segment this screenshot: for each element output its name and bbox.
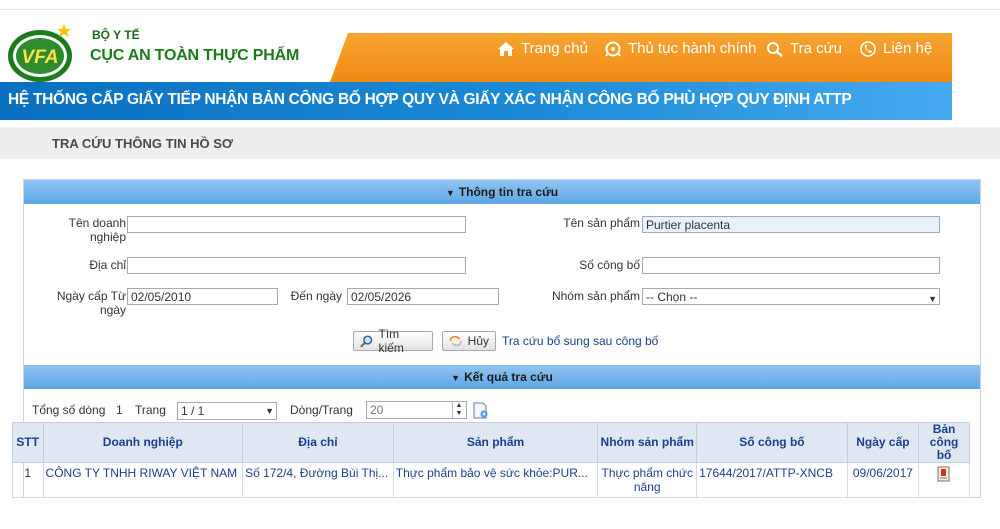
dropdown-arrow-icon[interactable]: ▼ xyxy=(928,292,937,304)
page-select-value: 1 / 1 xyxy=(181,404,205,418)
cell-date: 09/06/2017 xyxy=(846,462,920,498)
rows-per-page-value: 20 xyxy=(370,403,384,417)
table-row[interactable]: 1 CÔNG TY TNHH RIWAY VIỆT NAM Số 172/4, … xyxy=(12,462,970,498)
search-button-label: Tìm kiếm xyxy=(378,327,404,355)
col-date[interactable]: Ngày cấp xyxy=(846,422,920,463)
cancel-button[interactable]: Hủy xyxy=(442,331,496,351)
search-panel-header[interactable]: ▼ Thông tin tra cứu xyxy=(24,180,980,204)
rows-per-page-stepper[interactable]: 20 ▲ ▼ xyxy=(366,401,467,419)
page-title-bar: TRA CỨU THÔNG TIN HỒ SƠ xyxy=(0,127,1000,159)
search-icon xyxy=(767,41,783,57)
rows-per-page-label: Dòng/Trang xyxy=(290,403,353,417)
results-panel-title: Kết quả tra cứu xyxy=(464,370,553,384)
dropdown-arrow-icon[interactable]: ▼ xyxy=(265,406,274,416)
product-group-value: -- Chọn -- xyxy=(646,290,698,304)
col-address[interactable]: Địa chỉ xyxy=(242,422,394,463)
cell-number[interactable]: 17644/2017/ATTP-XNCB xyxy=(696,462,848,498)
col-declaration[interactable]: Bản công bố xyxy=(918,422,970,463)
system-title: HỆ THỐNG CẤP GIẤY TIẾP NHẬN BẢN CÔNG BỐ … xyxy=(8,91,852,108)
product-label: Tên sản phẩm xyxy=(563,216,640,230)
address-input[interactable] xyxy=(127,257,466,274)
vfa-logo[interactable]: VFA xyxy=(6,22,78,84)
cell-address: Số 172/4, Đường Bùi Thị... xyxy=(242,462,394,498)
results-panel-header[interactable]: ▼ Kết quả tra cứu xyxy=(24,365,980,389)
col-group[interactable]: Nhóm sản phẩm xyxy=(597,422,698,463)
col-number[interactable]: Số công bố xyxy=(696,422,848,463)
cancel-button-label: Hủy xyxy=(467,334,489,348)
total-rows-label: Tổng số dòng xyxy=(32,403,106,417)
phone-icon xyxy=(860,40,876,57)
page-label: Trang xyxy=(135,403,166,417)
col-stt[interactable]: STT xyxy=(12,422,44,463)
declaration-number-label: Số công bố xyxy=(579,258,640,272)
page-select[interactable]: 1 / 1 ▼ xyxy=(177,402,277,420)
nav-lookup[interactable]: Tra cứu xyxy=(766,40,842,57)
from-date-input[interactable]: 02/05/2010 xyxy=(127,288,278,305)
product-input[interactable]: Purtier placenta xyxy=(642,216,940,233)
cell-company[interactable]: CÔNG TY TNHH RIWAY VIỆT NAM xyxy=(42,462,244,498)
export-icon[interactable] xyxy=(473,402,489,419)
page-title: TRA CỨU THÔNG TIN HỒ SƠ xyxy=(52,136,233,151)
nav-home[interactable]: Trang chủ xyxy=(497,40,588,57)
caret-down-icon: ▼ xyxy=(451,373,461,383)
nav-procedures-label: Thủ tục hành chính xyxy=(628,40,757,57)
table-header-row: STT Doanh nghiệp Địa chỉ Sản phẩm Nhóm s… xyxy=(12,422,970,463)
agency-name: CỤC AN TOÀN THỰC PHẨM xyxy=(90,47,300,64)
caret-down-icon: ▼ xyxy=(445,188,455,198)
procedure-icon xyxy=(605,41,621,57)
refresh-icon xyxy=(449,335,462,347)
total-rows-value: 1 xyxy=(116,403,123,417)
declaration-number-input[interactable] xyxy=(642,257,940,274)
search-panel-title: Thông tin tra cứu xyxy=(458,185,559,199)
company-input[interactable] xyxy=(127,216,466,233)
address-label: Địa chỉ xyxy=(89,258,126,272)
search-button[interactable]: Tìm kiếm xyxy=(353,327,433,355)
company-label: Tên doanh nghiệp xyxy=(68,216,126,244)
ministry-name: BỘ Y TẾ xyxy=(92,28,140,42)
product-group-select[interactable]: -- Chọn -- ▼ xyxy=(642,288,940,305)
col-company[interactable]: Doanh nghiệp xyxy=(42,422,244,463)
cell-stt: 1 xyxy=(12,462,44,498)
nav-contact-label: Liên hệ xyxy=(883,40,933,57)
from-date-label: Ngày cấp Từ ngày xyxy=(56,289,126,317)
col-product[interactable]: Sản phẩm xyxy=(392,422,599,463)
to-date-input[interactable]: 02/05/2026 xyxy=(347,288,499,305)
spin-arrows-icon[interactable]: ▲ ▼ xyxy=(452,402,465,418)
magnifier-icon xyxy=(360,335,373,348)
to-date-label: Đến ngày xyxy=(290,289,342,303)
logo-text: VFA xyxy=(22,47,59,68)
nav-contact[interactable]: Liên hệ xyxy=(859,40,932,57)
nav-home-label: Trang chủ xyxy=(521,40,588,57)
document-icon[interactable] xyxy=(937,466,951,482)
top-strip xyxy=(0,0,1000,10)
results-table: STT Doanh nghiệp Địa chỉ Sản phẩm Nhóm s… xyxy=(12,422,970,498)
nav-procedures[interactable]: Thủ tục hành chính xyxy=(604,40,756,57)
nav-lookup-label: Tra cứu xyxy=(790,40,842,57)
supplement-lookup-link[interactable]: Tra cứu bổ sung sau công bố xyxy=(502,334,658,348)
cell-declaration[interactable] xyxy=(918,462,970,498)
home-icon xyxy=(498,41,514,56)
cell-group: Thực phẩm chức năng xyxy=(597,462,698,498)
system-title-bar: HỆ THỐNG CẤP GIẤY TIẾP NHẬN BẢN CÔNG BỐ … xyxy=(0,82,952,120)
product-group-label: Nhóm sản phẩm xyxy=(551,289,640,303)
cell-product[interactable]: Thực phẩm bảo vệ sức khỏe:PUR... xyxy=(392,462,599,498)
